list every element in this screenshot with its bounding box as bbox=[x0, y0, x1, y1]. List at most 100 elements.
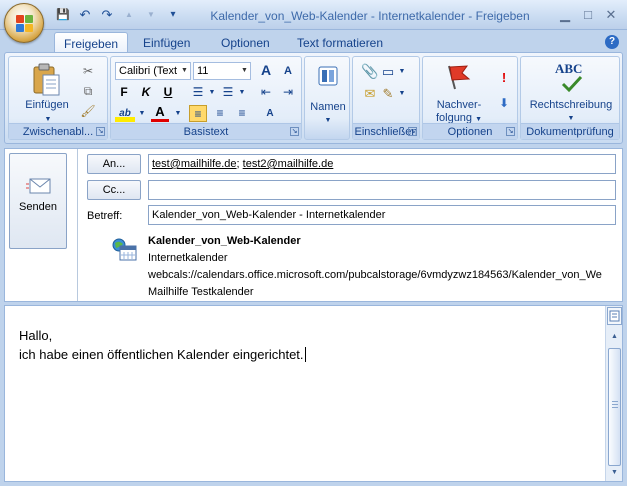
font-name-combo[interactable]: Calibri (Text ▼ bbox=[115, 62, 191, 80]
attachment-description: Mailhilfe Testkalender bbox=[148, 286, 254, 298]
tab-optionen[interactable]: Optionen bbox=[212, 32, 279, 53]
address-book-icon bbox=[318, 66, 338, 86]
group-label-options: Optionen bbox=[423, 123, 517, 139]
header-divider bbox=[77, 149, 78, 301]
numbering-dropdown-icon[interactable]: ▼ bbox=[233, 84, 251, 101]
names-button[interactable]: Namen bbox=[305, 101, 351, 114]
customize-qat-icon[interactable]: ▾ bbox=[164, 7, 182, 23]
save-icon[interactable]: 💾 bbox=[54, 7, 72, 23]
paste-button[interactable]: Einfügen bbox=[17, 99, 77, 112]
help-icon[interactable]: ? bbox=[605, 35, 619, 49]
clipboard-launcher-icon[interactable]: ↘ bbox=[96, 127, 105, 136]
office-button[interactable] bbox=[4, 3, 44, 43]
recipient-2[interactable]: test2@mailhilfe.de bbox=[243, 158, 334, 170]
close-icon[interactable]: ✕ bbox=[602, 7, 620, 23]
subject-label: Betreff: bbox=[87, 210, 123, 222]
internet-calendar-icon[interactable] bbox=[111, 237, 137, 261]
decrease-indent-icon[interactable]: ⇤ bbox=[257, 84, 275, 101]
attachment-url: webcals://calendars.office.microsoft.com… bbox=[148, 269, 602, 281]
previous-item-icon[interactable]: ▲ bbox=[120, 7, 138, 23]
format-painter-icon[interactable]: 🖌 bbox=[79, 103, 97, 120]
scroll-down-icon[interactable]: ▼ bbox=[607, 466, 622, 480]
message-header: Senden An... test@mailhilfe.de; test2@ma… bbox=[4, 148, 623, 302]
send-button[interactable]: Senden bbox=[9, 153, 67, 249]
body-line-2: ich habe einen öffentlichen Kalender ein… bbox=[19, 345, 306, 364]
paste-icon[interactable] bbox=[31, 63, 61, 97]
tab-text-formatieren[interactable]: Text formatieren bbox=[288, 32, 392, 53]
group-basic-text: Calibri (Text ▼ 11 ▼ A A F K U ☰ ▼ ☰ ▼ ⇤… bbox=[110, 56, 302, 140]
basic-text-launcher-icon[interactable]: ↘ bbox=[290, 127, 299, 136]
increase-indent-icon[interactable]: ⇥ bbox=[279, 84, 297, 101]
high-importance-icon[interactable]: ! bbox=[495, 69, 513, 86]
cc-button[interactable]: Cc... bbox=[87, 180, 141, 200]
italic-button[interactable]: K bbox=[137, 84, 155, 101]
recipient-1[interactable]: test@mailhilfe.de bbox=[152, 158, 237, 170]
attachment-type: Internetkalender bbox=[148, 252, 228, 264]
send-envelope-icon bbox=[26, 178, 51, 194]
include-launcher-icon[interactable]: ↘ bbox=[408, 127, 417, 136]
align-center-button[interactable]: ≡ bbox=[211, 105, 229, 122]
ruler-icon bbox=[609, 310, 620, 322]
window-title: Kalender_von_Web-Kalender - Internetkale… bbox=[210, 9, 530, 23]
highlight-icon[interactable]: ab bbox=[115, 105, 135, 122]
group-label-clipboard: Zwischenabl... bbox=[9, 123, 107, 139]
group-proofing: ABC Rechtschreibung ▼ Dokumentprüfung bbox=[520, 56, 620, 140]
low-importance-icon[interactable]: ⬇ bbox=[495, 95, 513, 112]
clear-formatting-icon[interactable]: A bbox=[261, 105, 279, 122]
minimize-icon[interactable]: ▁ bbox=[556, 7, 574, 23]
group-label-proofing: Dokumentprüfung bbox=[521, 123, 619, 139]
font-name-dropdown-icon[interactable]: ▼ bbox=[179, 63, 190, 79]
to-field[interactable]: test@mailhilfe.de; test2@mailhilfe.de bbox=[148, 154, 616, 174]
next-item-icon[interactable]: ▼ bbox=[142, 7, 160, 23]
redo-icon[interactable]: ↷ bbox=[98, 7, 116, 23]
quick-access-toolbar: 💾 ↶ ↷ ▲ ▼ ▾ bbox=[54, 7, 182, 23]
maximize-icon[interactable]: □ bbox=[579, 7, 597, 23]
to-button[interactable]: An... bbox=[87, 154, 141, 174]
scroll-up-icon[interactable]: ▲ bbox=[607, 330, 622, 344]
follow-up-label-1[interactable]: Nachver- bbox=[429, 99, 489, 112]
undo-icon[interactable]: ↶ bbox=[76, 7, 94, 23]
tab-einfuegen[interactable]: Einfügen bbox=[134, 32, 199, 53]
attach-file-icon[interactable]: 📎 bbox=[361, 63, 379, 80]
group-label-basic-text: Basistext bbox=[111, 123, 301, 139]
title-bar: 💾 ↶ ↷ ▲ ▼ ▾ Kalender_von_Web-Kalender - … bbox=[0, 0, 627, 30]
underline-button[interactable]: U bbox=[159, 84, 177, 101]
group-names[interactable]: Namen ▼ bbox=[304, 56, 350, 140]
signature-dropdown-icon[interactable]: ▼ bbox=[393, 85, 411, 102]
cut-icon[interactable]: ✂ bbox=[79, 63, 97, 80]
scroll-grip bbox=[612, 401, 618, 402]
text-caret bbox=[304, 347, 306, 362]
bold-button[interactable]: F bbox=[115, 84, 133, 101]
body-line-1: Hallo, bbox=[19, 328, 53, 343]
group-clipboard: Einfügen ▼ ✂ ⧉ 🖌 Zwischenabl... ↘ bbox=[8, 56, 108, 140]
align-right-button[interactable]: ≡ bbox=[233, 105, 251, 122]
send-label: Senden bbox=[19, 201, 57, 213]
attach-item-dropdown-icon[interactable]: ▼ bbox=[393, 63, 411, 80]
copy-icon[interactable]: ⧉ bbox=[79, 83, 97, 100]
font-color-dropdown-icon[interactable]: ▼ bbox=[169, 105, 187, 122]
highlight-dropdown-icon[interactable]: ▼ bbox=[133, 105, 151, 122]
shrink-font-icon[interactable]: A bbox=[279, 63, 297, 80]
tab-freigeben[interactable]: Freigeben bbox=[54, 32, 129, 53]
font-size-combo[interactable]: 11 ▼ bbox=[193, 62, 251, 80]
cc-field[interactable] bbox=[148, 180, 616, 200]
message-body[interactable]: Hallo, ich habe einen öffentlichen Kalen… bbox=[4, 305, 623, 482]
align-left-button[interactable]: ≡ bbox=[189, 105, 207, 122]
options-launcher-icon[interactable]: ↘ bbox=[506, 127, 515, 136]
font-size-dropdown-icon[interactable]: ▼ bbox=[239, 63, 250, 79]
scroll-grip bbox=[612, 404, 618, 405]
vertical-scrollbar[interactable]: ▲ ▼ bbox=[605, 306, 622, 481]
view-ruler-icon[interactable] bbox=[607, 307, 622, 325]
business-card-icon[interactable]: ✉ bbox=[361, 85, 379, 102]
follow-up-flag-icon[interactable] bbox=[445, 63, 471, 91]
font-color-icon[interactable]: A bbox=[151, 104, 169, 122]
subject-field[interactable]: Kalender_von_Web-Kalender - Internetkale… bbox=[148, 205, 616, 225]
names-dropdown-icon[interactable]: ▼ bbox=[305, 114, 351, 127]
grow-font-icon[interactable]: A bbox=[257, 62, 275, 79]
spelling-button[interactable]: Rechtschreibung bbox=[521, 99, 621, 112]
follow-up-dropdown-icon[interactable]: ▼ bbox=[475, 116, 482, 123]
scroll-thumb[interactable] bbox=[608, 348, 621, 466]
message-body-text[interactable]: Hallo, ich habe einen öffentlichen Kalen… bbox=[19, 326, 306, 364]
font-name-value: Calibri (Text bbox=[119, 65, 178, 77]
ribbon: Einfügen ▼ ✂ ⧉ 🖌 Zwischenabl... ↘ Calibr… bbox=[4, 52, 623, 144]
